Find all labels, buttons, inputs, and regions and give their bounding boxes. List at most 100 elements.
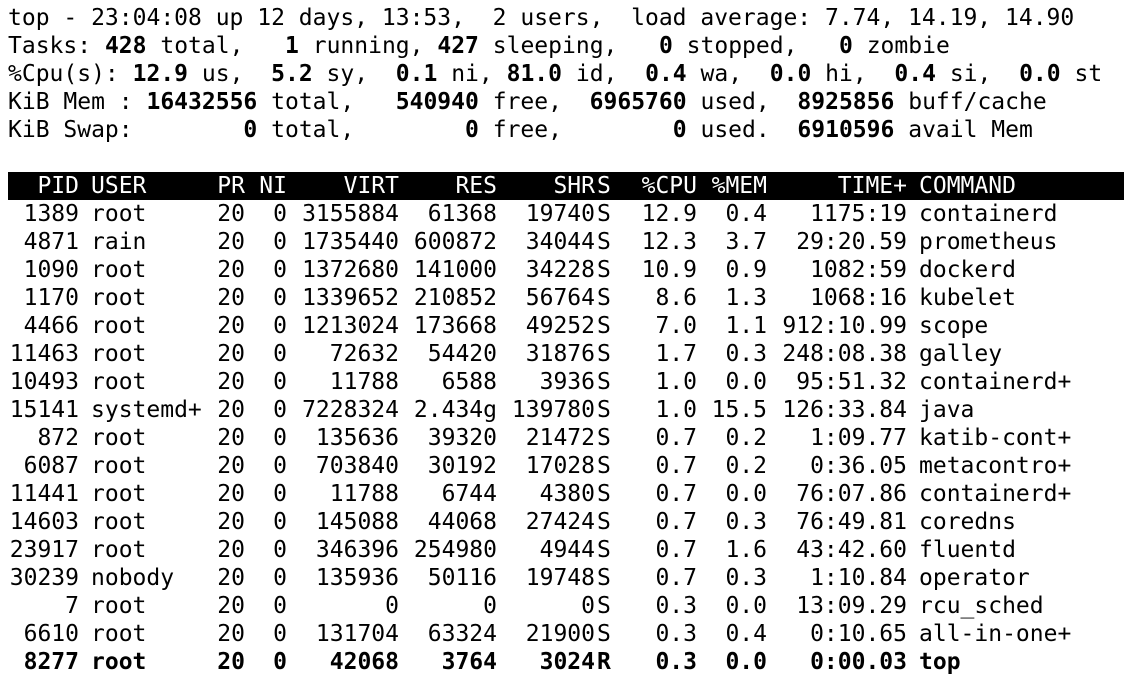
process-virt: 0	[385, 593, 399, 619]
process-virt: 11788	[329, 481, 399, 507]
process-virt: 42068	[329, 649, 399, 675]
process-user: root	[91, 257, 147, 283]
process-time: 76:07.86	[796, 481, 907, 507]
process-state: S	[597, 397, 611, 423]
process-virt: 1372680	[302, 257, 399, 283]
process-time: 1175:19	[810, 201, 907, 227]
process-priority: 20	[217, 621, 245, 647]
process-time: 0:00.03	[810, 649, 907, 675]
process-state: S	[597, 201, 611, 227]
process-user: root	[91, 509, 147, 535]
table-row: 8277 root 20 0 42068 3764 3024 R 0.3 0.0 0:00.03 to…	[8, 648, 1124, 676]
cpu-si-label: si,	[949, 61, 992, 87]
process-command: galley	[919, 341, 1003, 367]
process-mem: 0.0	[725, 649, 767, 675]
process-mem: 1.3	[725, 285, 767, 311]
process-command: rcu_sched	[919, 593, 1044, 619]
process-time: 13:09.29	[796, 593, 907, 619]
cpu-st: 0.0	[1019, 61, 1061, 87]
tasks-label: Tasks:	[8, 33, 92, 59]
process-command: prometheus	[919, 229, 1058, 255]
process-virt: 3155884	[302, 201, 399, 227]
process-virt: 1339652	[302, 285, 399, 311]
process-cpu: 0.3	[655, 593, 697, 619]
process-cpu: 1.7	[655, 341, 697, 367]
tasks-stopped: 0	[658, 33, 673, 59]
tasks-sleeping: 427	[437, 33, 479, 59]
process-shr: 31876	[525, 341, 595, 367]
tasks-running: 1	[285, 33, 299, 59]
col-header-ni: NI	[259, 173, 287, 199]
process-command: containerd	[919, 201, 1058, 227]
process-virt: 72632	[329, 341, 399, 367]
cpu-us-label: us,	[201, 61, 244, 87]
process-state: R	[597, 649, 611, 675]
process-time: 0:10.65	[810, 621, 907, 647]
process-cpu: 1.0	[655, 397, 697, 423]
process-user: root	[91, 481, 147, 507]
process-nice: 0	[273, 453, 287, 479]
process-pid: 1389	[23, 201, 79, 227]
process-pid: 11441	[9, 481, 79, 507]
process-mem: 0.2	[725, 425, 767, 451]
process-mem: 0.0	[725, 593, 767, 619]
process-priority: 20	[217, 509, 245, 535]
swap-free: 0	[465, 117, 479, 143]
process-time: 43:42.60	[796, 537, 907, 563]
process-state: S	[597, 593, 611, 619]
col-header-state: S	[597, 173, 611, 199]
process-command: containerd+	[919, 481, 1072, 507]
process-state: S	[597, 369, 611, 395]
cpu-ni: 0.1	[395, 61, 438, 87]
table-row: 15141 systemd+ 20 0 7228324 2.434g 139780 S 1.0 1…	[8, 396, 1124, 424]
cpu-wa-label: wa,	[700, 61, 743, 87]
table-row: 30239 nobody 20 0 135936 50116 19748 S 0.7 0.3 1:1…	[8, 564, 1124, 592]
process-priority: 20	[217, 565, 245, 591]
process-user: root	[91, 369, 147, 395]
process-virt: 135636	[315, 425, 399, 451]
process-virt: 131704	[315, 621, 399, 647]
process-nice: 0	[273, 621, 287, 647]
process-command: scope	[919, 313, 989, 339]
process-priority: 20	[217, 341, 245, 367]
cpu-si: 0.4	[894, 61, 936, 87]
process-nice: 0	[273, 565, 287, 591]
process-state: S	[597, 425, 611, 451]
process-priority: 20	[217, 201, 245, 227]
process-res: 2.434g	[413, 397, 497, 423]
process-mem: 15.5	[711, 397, 767, 423]
process-user: root	[91, 201, 147, 227]
mem-buff-cache-label: buff/cache	[908, 89, 1047, 115]
process-state: S	[597, 481, 611, 507]
process-cpu: 7.0	[655, 313, 697, 339]
process-shr: 27424	[525, 509, 595, 535]
process-time: 95:51.32	[796, 369, 907, 395]
process-state: S	[597, 229, 611, 255]
table-row: 7 root 20 0 0 0 0 S 0.3 0.0 13:09.29 rcu_sched	[8, 592, 1124, 620]
process-shr: 0	[581, 593, 595, 619]
process-pid: 30239	[9, 565, 79, 591]
process-user: root	[91, 649, 147, 675]
process-pid: 11463	[9, 341, 79, 367]
process-cpu: 0.7	[655, 509, 697, 535]
cpu-wa: 0.4	[645, 61, 687, 87]
process-res: 63324	[427, 621, 497, 647]
process-priority: 20	[217, 229, 245, 255]
process-res: 50116	[427, 565, 497, 591]
process-cpu: 0.3	[655, 621, 697, 647]
table-row: 4871 rain 20 0 1735440 600872 34044 S 12.3 3.7 29:…	[8, 228, 1124, 256]
swap-total: 0	[243, 117, 258, 143]
col-header-pid: PID	[37, 173, 79, 199]
process-cpu: 12.3	[641, 229, 697, 255]
process-user: root	[91, 285, 147, 311]
process-user: rain	[91, 229, 147, 255]
process-res: 6588	[441, 369, 497, 395]
process-priority: 20	[217, 369, 245, 395]
col-header-mem: %MEM	[711, 173, 767, 199]
process-user: root	[91, 621, 147, 647]
process-state: S	[597, 257, 611, 283]
process-pid: 15141	[9, 397, 79, 423]
swap-label: KiB Swap:	[8, 117, 133, 143]
cpu-st-label: st	[1074, 61, 1103, 87]
